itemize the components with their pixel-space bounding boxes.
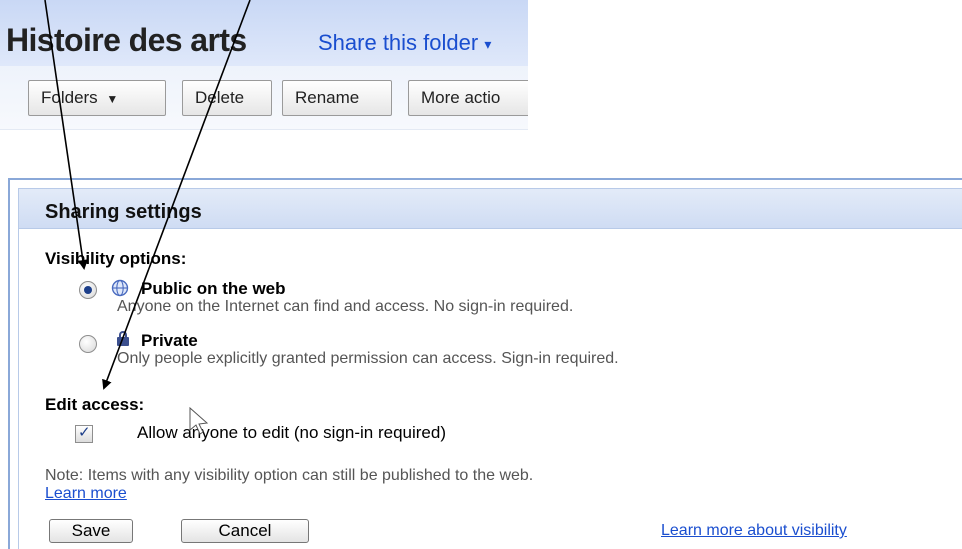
toolbar: Folders ▼ Delete Rename More actio bbox=[0, 66, 528, 130]
public-radio[interactable] bbox=[79, 281, 97, 299]
cancel-button[interactable]: Cancel bbox=[181, 519, 309, 543]
learn-more-visibility-link[interactable]: Learn more about visibility bbox=[661, 521, 847, 541]
dialog-header: Sharing settings bbox=[19, 189, 962, 229]
sharing-settings-dialog: Sharing settings Visibility options: Pub… bbox=[8, 178, 962, 549]
more-actions-button[interactable]: More actio bbox=[408, 80, 528, 116]
lock-icon bbox=[117, 331, 129, 346]
private-option-title[interactable]: Private bbox=[141, 331, 198, 351]
edit-access-label: Edit access: bbox=[45, 395, 145, 414]
public-option-description: Anyone on the Internet can find and acce… bbox=[117, 298, 574, 315]
chevron-down-icon: ▾ bbox=[484, 36, 492, 53]
dialog-title: Sharing settings bbox=[45, 201, 202, 223]
chevron-down-icon: ▼ bbox=[106, 92, 119, 106]
share-folder-link[interactable]: Share this folder ▾ bbox=[318, 30, 491, 57]
public-option-title[interactable]: Public on the web bbox=[141, 279, 286, 299]
rename-button[interactable]: Rename bbox=[282, 80, 392, 116]
learn-more-link[interactable]: Learn more bbox=[45, 485, 127, 503]
delete-button[interactable]: Delete bbox=[182, 80, 272, 116]
title-band: Histoire des arts Share this folder ▾ bbox=[0, 0, 528, 66]
dialog-body: Sharing settings Visibility options: Pub… bbox=[18, 188, 962, 549]
publish-note: Note: Items with any visibility option c… bbox=[45, 467, 534, 484]
folders-label: Folders bbox=[41, 88, 98, 107]
folder-title: Histoire des arts bbox=[6, 22, 247, 58]
save-button[interactable]: Save bbox=[49, 519, 133, 543]
folders-button[interactable]: Folders ▼ bbox=[28, 80, 166, 116]
allow-edit-checkbox[interactable]: ✓ bbox=[75, 424, 93, 443]
private-radio[interactable] bbox=[79, 335, 97, 353]
private-option-description: Only people explicitly granted permissio… bbox=[117, 350, 619, 367]
allow-edit-label[interactable]: Allow anyone to edit (no sign-in require… bbox=[137, 423, 446, 443]
folder-header: Histoire des arts Share this folder ▾ Fo… bbox=[0, 0, 528, 140]
share-folder-label: Share this folder bbox=[318, 30, 479, 55]
checkmark-icon: ✓ bbox=[78, 424, 91, 441]
visibility-options-label: Visibility options: bbox=[45, 249, 187, 268]
